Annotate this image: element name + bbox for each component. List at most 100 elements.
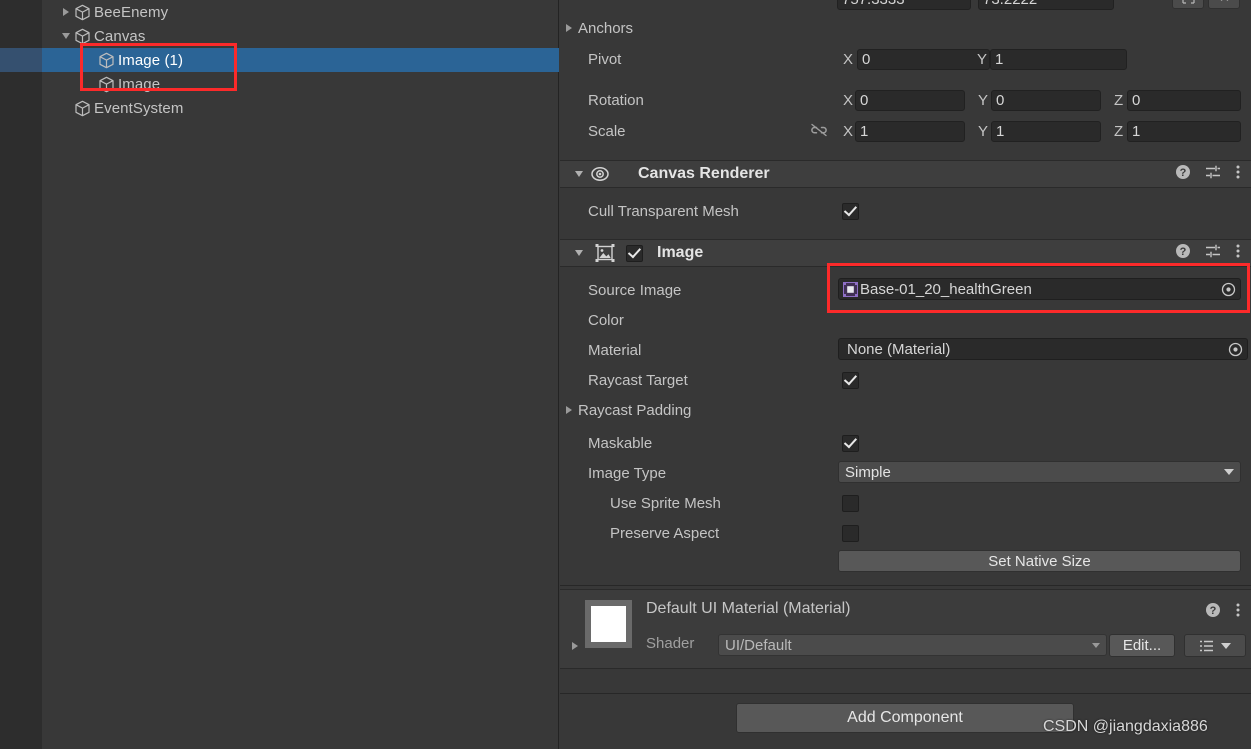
sprite-icon — [843, 281, 858, 297]
svg-text:?: ? — [1180, 246, 1187, 258]
image-component-enabled-checkbox[interactable] — [626, 244, 643, 262]
preserve-aspect-row: Preserve Aspect — [560, 520, 1251, 546]
rotation-row: Rotation X 0 Y 0 Z 0 — [560, 87, 1251, 113]
material-panel-foldout-icon[interactable] — [572, 642, 578, 650]
raw-edit-icon — [1220, 0, 1228, 1]
raycast-target-checkbox[interactable] — [842, 371, 859, 389]
source-image-value: Base-01_20_healthGreen — [860, 280, 1032, 298]
hierarchy-item-beeenemy[interactable]: BeeEnemy — [0, 0, 559, 24]
blueprint-icon — [1181, 0, 1195, 4]
rotation-z-axis-label: Z — [1114, 91, 1124, 109]
rotation-y-field[interactable]: 0 — [991, 89, 1101, 111]
chevron-right-icon[interactable] — [58, 0, 74, 24]
raycast-padding-label: Raycast Padding — [578, 401, 692, 419]
hierarchy-item-canvas[interactable]: Canvas — [0, 24, 559, 48]
help-icon[interactable]: ? — [1175, 243, 1191, 263]
rect-top-value-y[interactable]: 73.2222 — [978, 0, 1114, 10]
hierarchy-row-gutter — [0, 96, 42, 120]
rect-raw-edit-button[interactable] — [1208, 0, 1240, 9]
cube-icon — [74, 100, 91, 117]
rotation-y-axis-label: Y — [978, 91, 989, 109]
image-component-header-icons: ? — [1175, 243, 1241, 263]
twisty-spacer — [82, 72, 98, 96]
pivot-y-value: 1 — [995, 50, 1004, 68]
rotation-x-value: 0 — [860, 91, 869, 109]
hierarchy-item-image-1[interactable]: Image (1) — [0, 48, 559, 72]
scale-z-axis-label: Z — [1114, 122, 1124, 140]
canvas-renderer-header[interactable]: Canvas Renderer ? — [560, 160, 1251, 188]
anchors-row[interactable]: Anchors — [560, 15, 1251, 41]
canvas-renderer-foldout-icon[interactable] — [568, 171, 590, 177]
cube-icon — [74, 4, 91, 21]
preset-icon[interactable] — [1205, 164, 1221, 184]
shader-value: UI/Default — [725, 636, 792, 654]
shader-dropdown[interactable]: UI/Default — [718, 634, 1107, 656]
source-image-label: Source Image — [588, 281, 682, 299]
kebab-menu-icon[interactable] — [1235, 164, 1241, 184]
object-picker-icon[interactable] — [1218, 282, 1238, 297]
scale-y-field[interactable]: 1 — [991, 120, 1101, 142]
hierarchy-item-eventsystem[interactable]: EventSystem — [0, 96, 559, 120]
shader-edit-button[interactable]: Edit... — [1109, 634, 1175, 657]
preset-icon[interactable] — [1205, 243, 1221, 263]
add-component-button[interactable]: Add Component — [736, 703, 1074, 733]
rotation-z-field[interactable]: 0 — [1127, 89, 1241, 111]
image-component-header[interactable]: Image ? — [560, 239, 1251, 267]
hierarchy-row-gutter — [0, 24, 42, 48]
hierarchy-panel: BeeEnemy Canvas Image (1) Image EventSystem — [0, 0, 559, 749]
raycast-padding-foldout-icon[interactable] — [560, 406, 578, 414]
pivot-y-field[interactable]: 1 — [990, 48, 1127, 70]
add-component-label: Add Component — [847, 709, 963, 726]
cull-transparent-mesh-checkbox[interactable] — [842, 202, 859, 220]
rect-top-value-x-text: 757.3333 — [842, 0, 905, 8]
material-preview-panel: Default UI Material (Material) ? Shader … — [560, 589, 1251, 669]
broken-link-icon[interactable] — [810, 122, 828, 142]
pivot-x-field[interactable]: 0 — [857, 48, 990, 70]
scale-row: Scale X 1 Y 1 Z 1 — [560, 118, 1251, 144]
cull-transparent-mesh-label: Cull Transparent Mesh — [588, 202, 739, 220]
maskable-checkbox[interactable] — [842, 434, 859, 452]
canvas-renderer-header-icons: ? — [1175, 164, 1241, 184]
section-divider — [560, 585, 1251, 586]
set-native-size-button[interactable]: Set Native Size — [838, 550, 1241, 572]
hierarchy-item-image[interactable]: Image — [0, 72, 559, 96]
cube-icon — [98, 76, 115, 93]
image-component-foldout-icon[interactable] — [568, 250, 590, 256]
shader-edit-label: Edit... — [1122, 637, 1162, 654]
chevron-down-icon[interactable] — [58, 24, 74, 48]
object-picker-icon[interactable] — [1225, 342, 1245, 357]
color-row: Color — [560, 307, 1251, 333]
pivot-x-axis-label: X — [843, 50, 854, 68]
kebab-menu-icon[interactable] — [1235, 602, 1241, 623]
bottom-divider — [560, 693, 1251, 694]
cull-transparent-mesh-row: Cull Transparent Mesh — [560, 198, 1251, 224]
rotation-x-field[interactable]: 0 — [855, 89, 965, 111]
anchors-foldout-icon[interactable] — [560, 24, 578, 32]
raycast-padding-row[interactable]: Raycast Padding — [560, 397, 1251, 423]
scale-y-value: 1 — [996, 122, 1005, 140]
hierarchy-row-gutter — [0, 0, 42, 24]
pivot-x-value: 0 — [862, 50, 871, 68]
shader-preset-button[interactable] — [1184, 634, 1246, 657]
help-icon[interactable]: ? — [1205, 602, 1221, 623]
help-icon[interactable]: ? — [1175, 164, 1191, 184]
rect-top-value-x[interactable]: 757.3333 — [837, 0, 971, 10]
chevron-down-icon — [1224, 469, 1234, 475]
canvas-renderer-title: Canvas Renderer — [638, 165, 770, 182]
source-image-field[interactable]: Base-01_20_healthGreen — [838, 278, 1241, 300]
pivot-label: Pivot — [588, 50, 622, 68]
twisty-spacer — [58, 96, 74, 120]
material-field[interactable]: None (Material) — [838, 338, 1248, 360]
scale-z-field[interactable]: 1 — [1127, 120, 1241, 142]
watermark: CSDN @jiangdaxia886 — [1043, 718, 1208, 735]
chevron-down-icon — [1221, 642, 1231, 649]
use-sprite-mesh-checkbox[interactable] — [842, 494, 859, 512]
scale-x-field[interactable]: 1 — [855, 120, 965, 142]
preserve-aspect-checkbox[interactable] — [842, 524, 859, 542]
rotation-y-value: 0 — [996, 91, 1005, 109]
kebab-menu-icon[interactable] — [1235, 243, 1241, 263]
hierarchy-row-gutter — [0, 48, 42, 72]
image-type-dropdown[interactable]: Simple — [838, 461, 1241, 483]
rect-blueprint-button[interactable] — [1172, 0, 1204, 9]
rotation-label: Rotation — [588, 91, 644, 109]
